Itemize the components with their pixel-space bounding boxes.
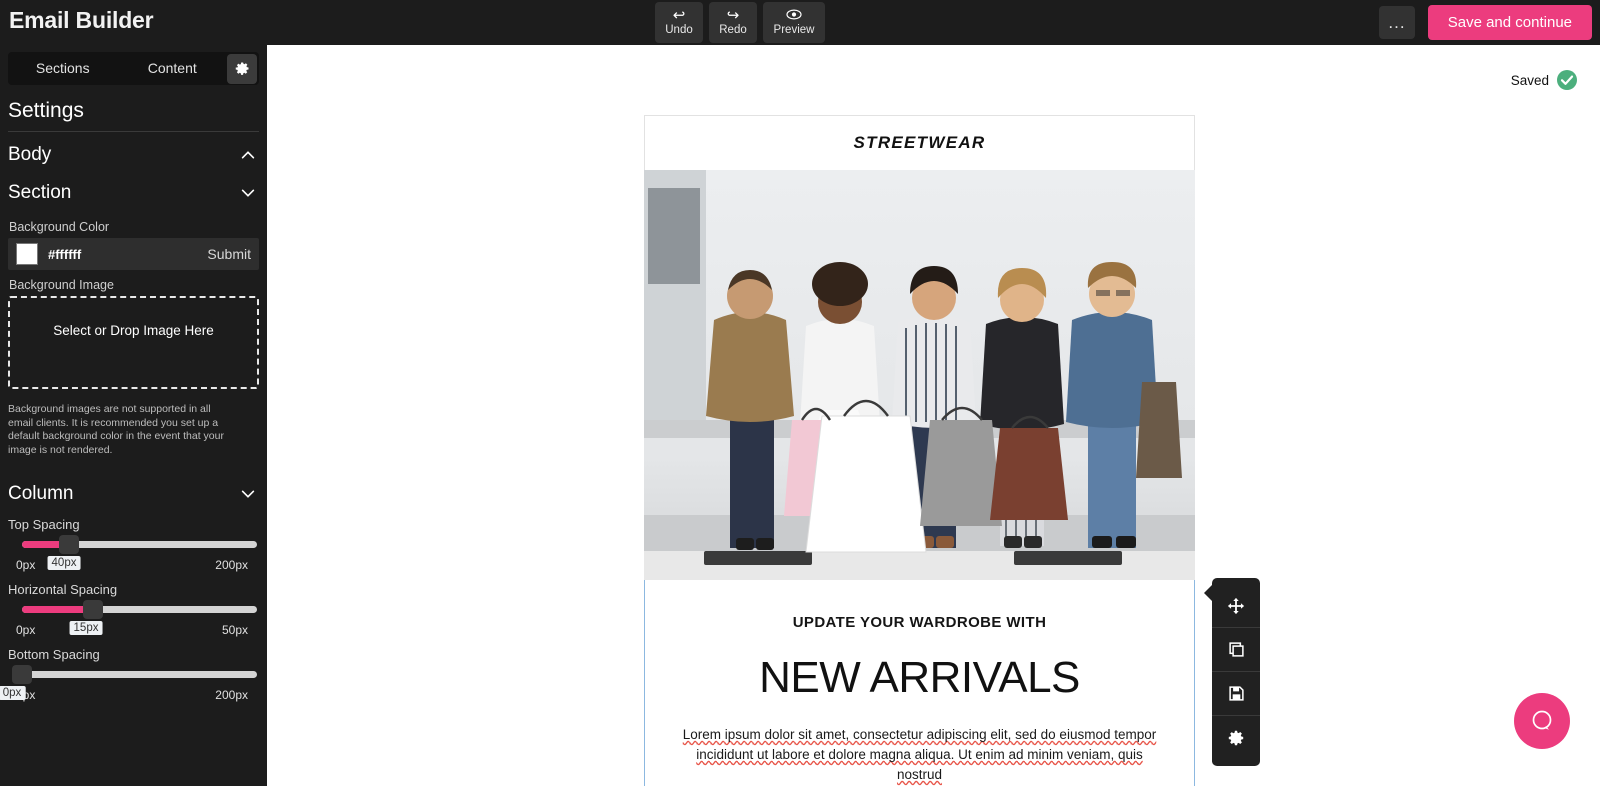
five-people-shopping-bags-photo	[644, 170, 1195, 580]
hero-image-section[interactable]	[644, 170, 1195, 580]
slider-horizontal-spacing: Horizontal Spacing 0px 15px 50px	[8, 582, 259, 643]
background-color-value[interactable]: #ffffff	[48, 247, 207, 262]
body-paragraph: Lorem ipsum dolor sit amet, consectetur …	[673, 725, 1166, 786]
ellipsis-icon: ...	[1388, 12, 1406, 32]
gear-icon	[235, 62, 248, 75]
chat-bubble-icon	[1532, 710, 1552, 730]
check-circle-icon	[1557, 70, 1577, 90]
undo-label: Undo	[665, 24, 693, 36]
slider-top-spacing-value: 40px	[47, 556, 81, 570]
slider-top-spacing: Top Spacing 0px 40px 200px	[8, 517, 259, 578]
accordion-column-label: Column	[8, 483, 74, 504]
undo-button[interactable]: ↩ Undo	[655, 2, 703, 43]
save-and-continue-button[interactable]: Save and continue	[1427, 5, 1592, 40]
slider-bottom-spacing: Bottom Spacing 0px 0px 200px	[0, 647, 259, 708]
tab-settings[interactable]	[227, 53, 257, 84]
help-chat-button[interactable]	[1514, 693, 1570, 749]
email-body-section[interactable]: UPDATE YOUR WARDROBE WITH NEW ARRIVALS L…	[644, 580, 1195, 786]
background-color-row: #ffffff Submit	[8, 238, 259, 270]
slider-top-spacing-handle[interactable]	[59, 535, 79, 554]
accordion-body-label: Body	[8, 144, 52, 165]
slider-bottom-spacing-scale: 0px 0px 200px	[0, 686, 259, 708]
slider-bottom-spacing-track[interactable]	[12, 665, 257, 684]
preview-label: Preview	[773, 24, 815, 36]
paragraph-line-1: Lorem ipsum dolor sit amet, consectetur …	[682, 727, 1157, 742]
slider-bottom-spacing-handle[interactable]	[12, 665, 32, 684]
status-badge: Saved	[1511, 69, 1578, 91]
headline-text: NEW ARRIVALS	[759, 653, 1080, 702]
background-image-helper-text: Background images are not supported in a…	[8, 403, 224, 456]
slider-top-spacing-label: Top Spacing	[8, 517, 80, 532]
slider-top-spacing-track[interactable]	[22, 535, 257, 554]
paragraph-line-2: incididunt ut labore et dolore magna ali…	[696, 747, 1143, 782]
accordion-body[interactable]: Body	[8, 136, 259, 174]
chevron-down-icon	[241, 490, 255, 498]
slider-top-spacing-max: 200px	[215, 558, 248, 572]
move-section-button[interactable]	[1212, 584, 1260, 628]
brand-logo-text: STREETWEAR	[853, 133, 986, 152]
chevron-up-icon	[241, 151, 255, 159]
email-preview: STREETWEAR UPDATE YOUR WARDROBE WITH NEW…	[644, 115, 1195, 786]
slider-horizontal-spacing-label: Horizontal Spacing	[8, 582, 118, 597]
redo-icon: ↪	[726, 7, 740, 24]
slider-horizontal-spacing-handle[interactable]	[82, 600, 103, 619]
kicker-text: UPDATE YOUR WARDROBE WITH	[792, 614, 1047, 631]
history-tool-cluster: ↩ Undo ↪ Redo Preview	[655, 2, 825, 43]
slider-horizontal-spacing-min: 0px	[16, 623, 36, 637]
duplicate-section-button[interactable]	[1212, 628, 1260, 672]
section-float-toolbar	[1204, 578, 1260, 766]
preview-button[interactable]: Preview	[763, 2, 825, 43]
slider-horizontal-spacing-max: 50px	[221, 623, 248, 637]
undo-icon: ↩	[672, 7, 686, 24]
email-builder-app: Email Builder ↩ Undo ↪ Redo Preview ... …	[0, 0, 1600, 786]
background-image-dropzone[interactable]: Select or Drop Image Here	[8, 296, 259, 389]
eye-icon	[786, 9, 802, 23]
section-settings-button[interactable]	[1212, 716, 1260, 760]
save-icon	[1228, 686, 1244, 701]
slider-bottom-spacing-value: 0px	[0, 686, 26, 700]
sidebar-tabbar: Sections Content	[8, 52, 259, 85]
gear-icon	[1228, 730, 1244, 746]
settings-panel: Settings Body Section Background Color #…	[0, 99, 267, 708]
email-canvas: Saved STREETWEAR UPDATE YOUR WARDROBE WI…	[267, 45, 1600, 786]
settings-sidebar: Sections Content Settings Body Section B…	[0, 45, 267, 786]
color-submit-button[interactable]: Submit	[207, 246, 251, 262]
more-options-button[interactable]: ...	[1379, 6, 1415, 39]
panel-divider	[8, 131, 259, 132]
top-bar: Email Builder ↩ Undo ↪ Redo Preview ... …	[0, 0, 1600, 45]
panel-title: Settings	[8, 99, 84, 122]
slider-horizontal-spacing-value: 15px	[69, 621, 103, 635]
redo-label: Redo	[719, 24, 747, 36]
email-header-section[interactable]: STREETWEAR	[644, 115, 1195, 170]
slider-bottom-spacing-max: 200px	[215, 688, 248, 702]
slider-horizontal-spacing-scale: 0px 15px 50px	[8, 621, 259, 643]
slider-top-spacing-scale: 0px 40px 200px	[8, 556, 259, 578]
color-swatch[interactable]	[16, 243, 38, 265]
tab-sections[interactable]: Sections	[8, 52, 118, 85]
slider-top-spacing-min: 0px	[16, 558, 36, 572]
slider-bottom-spacing-label: Bottom Spacing	[8, 647, 100, 662]
accordion-section-label: Section	[8, 182, 72, 203]
background-image-label: Background Image	[9, 278, 114, 292]
background-color-label: Background Color	[9, 220, 110, 234]
move-icon	[1227, 597, 1245, 614]
redo-button[interactable]: ↪ Redo	[709, 2, 757, 43]
duplicate-icon	[1228, 642, 1244, 657]
dropzone-text: Select or Drop Image Here	[53, 323, 214, 338]
accordion-column[interactable]: Column	[8, 475, 259, 513]
saved-label: Saved	[1510, 72, 1549, 88]
tab-content[interactable]: Content	[118, 52, 228, 85]
slider-horizontal-spacing-track[interactable]	[22, 600, 257, 619]
chevron-down-icon	[241, 189, 255, 197]
page-title: Email Builder	[9, 7, 154, 33]
accordion-section[interactable]: Section	[8, 174, 259, 212]
save-section-button[interactable]	[1212, 672, 1260, 716]
